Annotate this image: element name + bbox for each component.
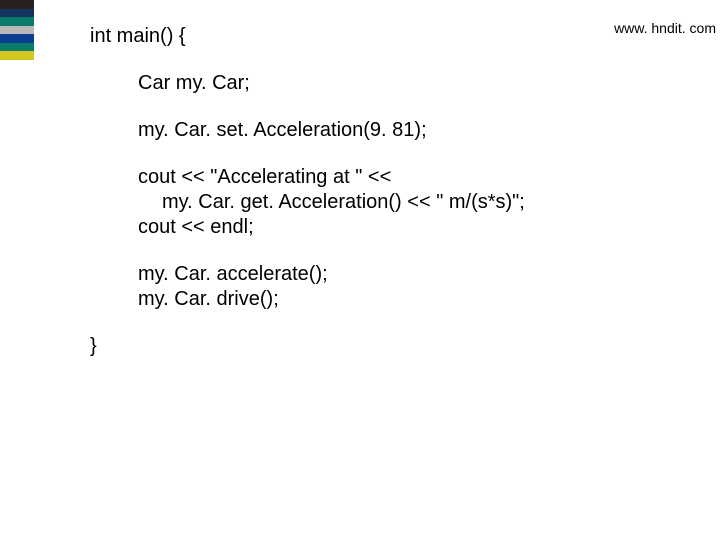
stripe [0, 17, 34, 26]
code-line: } [90, 334, 650, 359]
stripe [0, 34, 34, 43]
code-line: my. Car. set. Acceleration(9. 81); [90, 118, 650, 143]
code-line: my. Car. get. Acceleration() << " m/(s*s… [90, 190, 650, 215]
code-block: int main() { Car my. Car; my. Car. set. … [90, 24, 650, 359]
stripe [0, 43, 34, 52]
code-line: my. Car. drive(); [90, 287, 650, 312]
decorative-color-bar [0, 0, 34, 60]
code-line: cout << endl; [90, 215, 650, 240]
stripe [0, 0, 34, 9]
code-line: int main() { [90, 24, 650, 49]
code-line: Car my. Car; [90, 71, 650, 96]
stripe [0, 26, 34, 35]
stripe [0, 51, 34, 60]
code-line: my. Car. accelerate(); [90, 262, 650, 287]
stripe [0, 9, 34, 18]
code-line: cout << "Accelerating at " << [90, 165, 650, 190]
